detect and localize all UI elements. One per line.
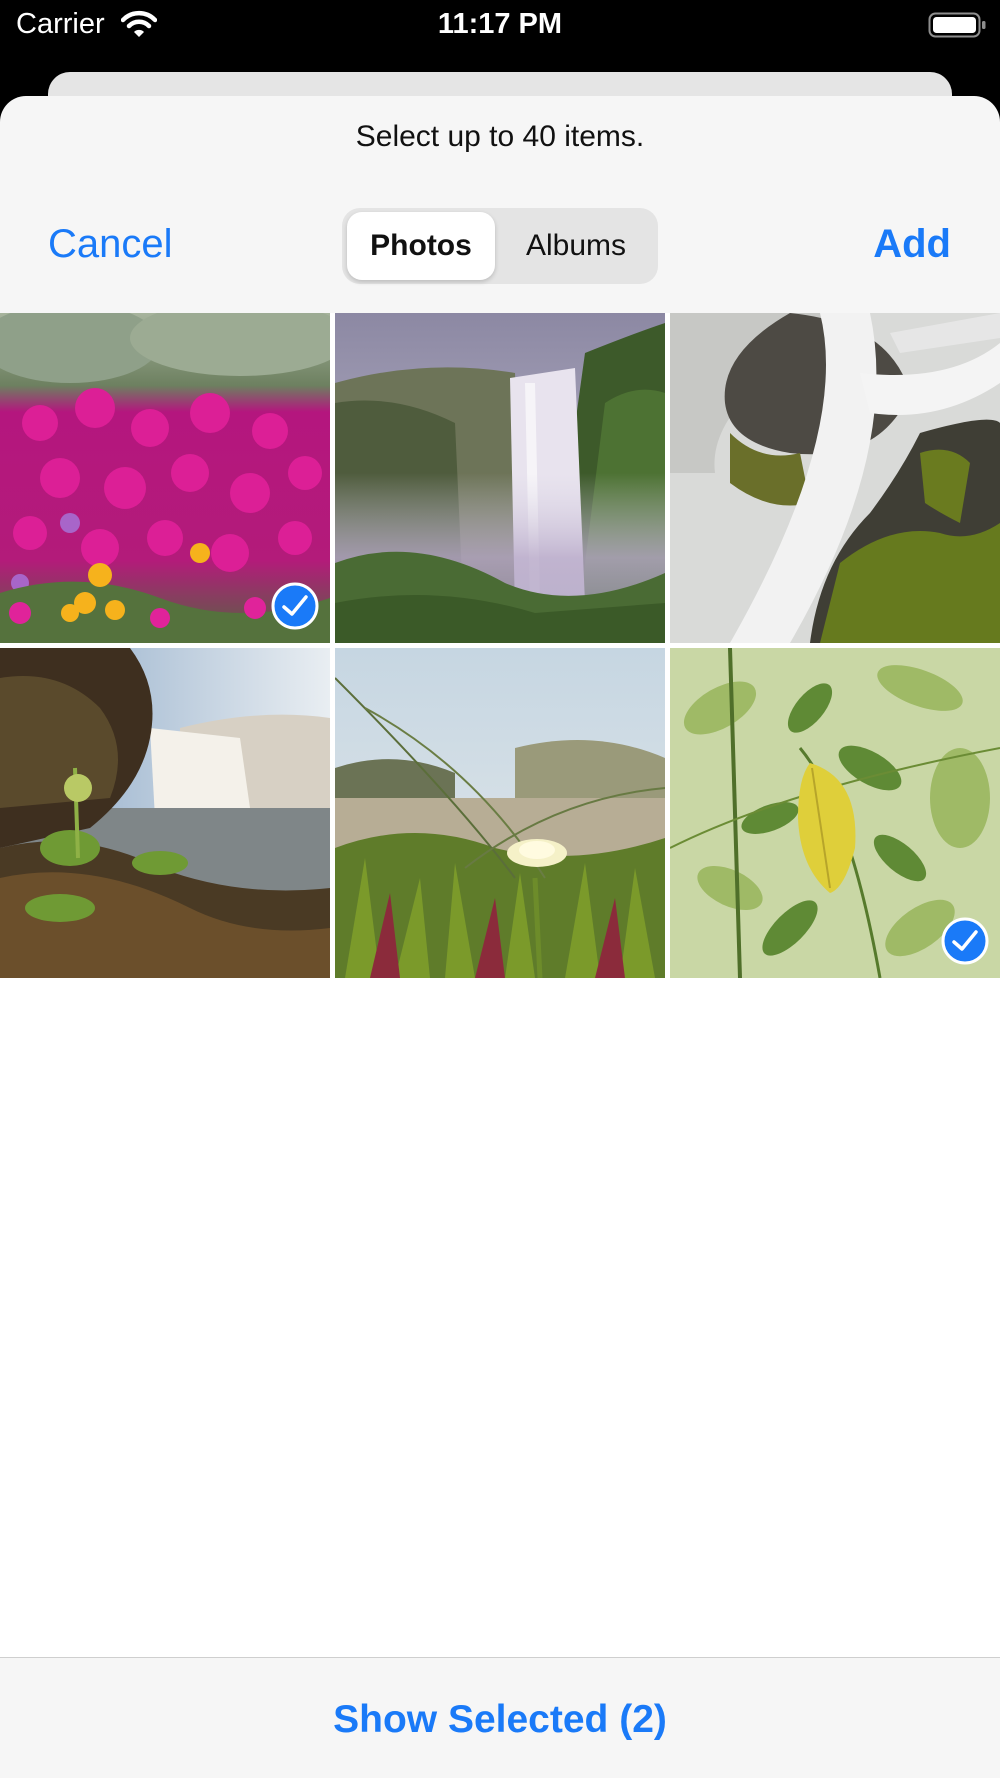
photo-thumbnail[interactable] <box>670 313 1000 643</box>
clock: 11:17 PM <box>437 8 563 40</box>
waterfall-photo <box>335 313 665 643</box>
photo-thumbnail[interactable] <box>670 648 1000 978</box>
segmented-control: Photos Albums <box>342 208 658 284</box>
bottom-toolbar: Show Selected (2) <box>0 1657 1000 1778</box>
photo-thumbnail[interactable] <box>0 313 330 643</box>
cancel-button[interactable]: Cancel <box>48 222 173 267</box>
photo-thumbnail[interactable] <box>335 313 665 643</box>
waterfall-rocks-photo <box>670 313 1000 643</box>
grass-flower-photo <box>335 648 665 978</box>
battery-icon <box>928 12 986 38</box>
tab-photos[interactable]: Photos <box>347 212 495 280</box>
checkmark-icon <box>271 582 319 630</box>
photo-picker-sheet: Select up to 40 items. Cancel Photos Alb… <box>0 96 1000 1778</box>
photo-thumbnail[interactable] <box>0 648 330 978</box>
photo-thumbnail[interactable] <box>335 648 665 978</box>
shore-waterfall-photo <box>0 648 330 978</box>
status-bar: Carrier 11:17 PM <box>0 0 1000 52</box>
photo-grid <box>0 313 1000 1657</box>
add-button[interactable]: Add <box>873 222 951 267</box>
checkmark-icon <box>941 917 989 965</box>
tab-albums[interactable]: Albums <box>500 212 652 280</box>
show-selected-button[interactable]: Show Selected (2) <box>0 1698 1000 1742</box>
picker-prompt: Select up to 40 items. <box>355 120 645 153</box>
